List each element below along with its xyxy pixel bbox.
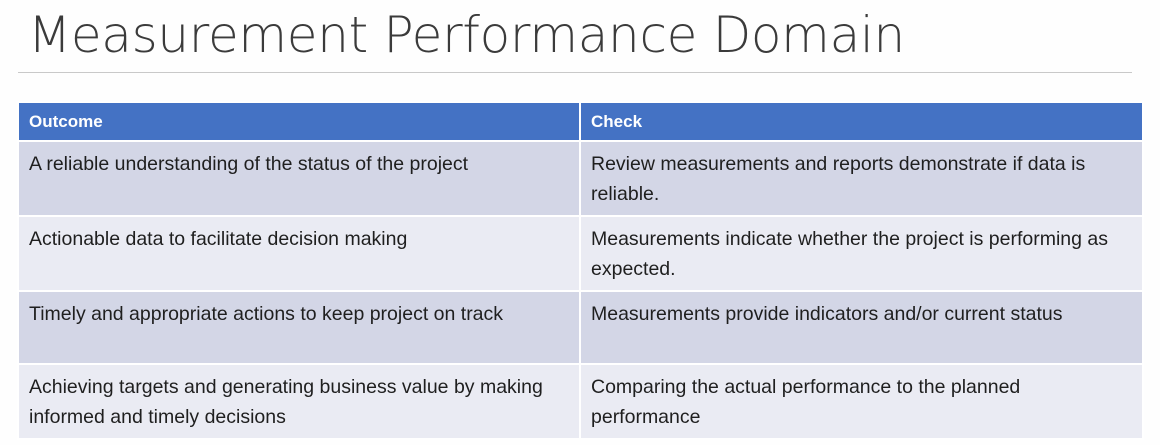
check-cell: Measurements indicate whether the projec… <box>579 215 1144 292</box>
outcome-cell: Timely and appropriate actions to keep p… <box>17 290 581 365</box>
check-cell: Comparing the actual performance to the … <box>579 363 1144 440</box>
check-cell: Review measurements and reports demonstr… <box>579 140 1144 217</box>
column-header-check: Check <box>579 101 1144 142</box>
table-header-row: Outcome Check <box>17 101 1144 142</box>
table-row: Timely and appropriate actions to keep p… <box>17 290 1144 365</box>
table-row: Actionable data to facilitate decision m… <box>17 215 1144 292</box>
table-row: A reliable understanding of the status o… <box>17 140 1144 217</box>
slide-title: Measurement Performance Domain <box>28 6 905 64</box>
column-header-outcome: Outcome <box>17 101 581 142</box>
outcome-check-table: Outcome Check A reliable understanding o… <box>17 101 1144 440</box>
check-cell: Measurements provide indicators and/or c… <box>579 290 1144 365</box>
title-divider <box>18 72 1132 73</box>
outcome-cell: Achieving targets and generating busines… <box>17 363 581 440</box>
outcome-cell: Actionable data to facilitate decision m… <box>17 215 581 292</box>
outcome-cell: A reliable understanding of the status o… <box>17 140 581 217</box>
table-row: Achieving targets and generating busines… <box>17 363 1144 440</box>
